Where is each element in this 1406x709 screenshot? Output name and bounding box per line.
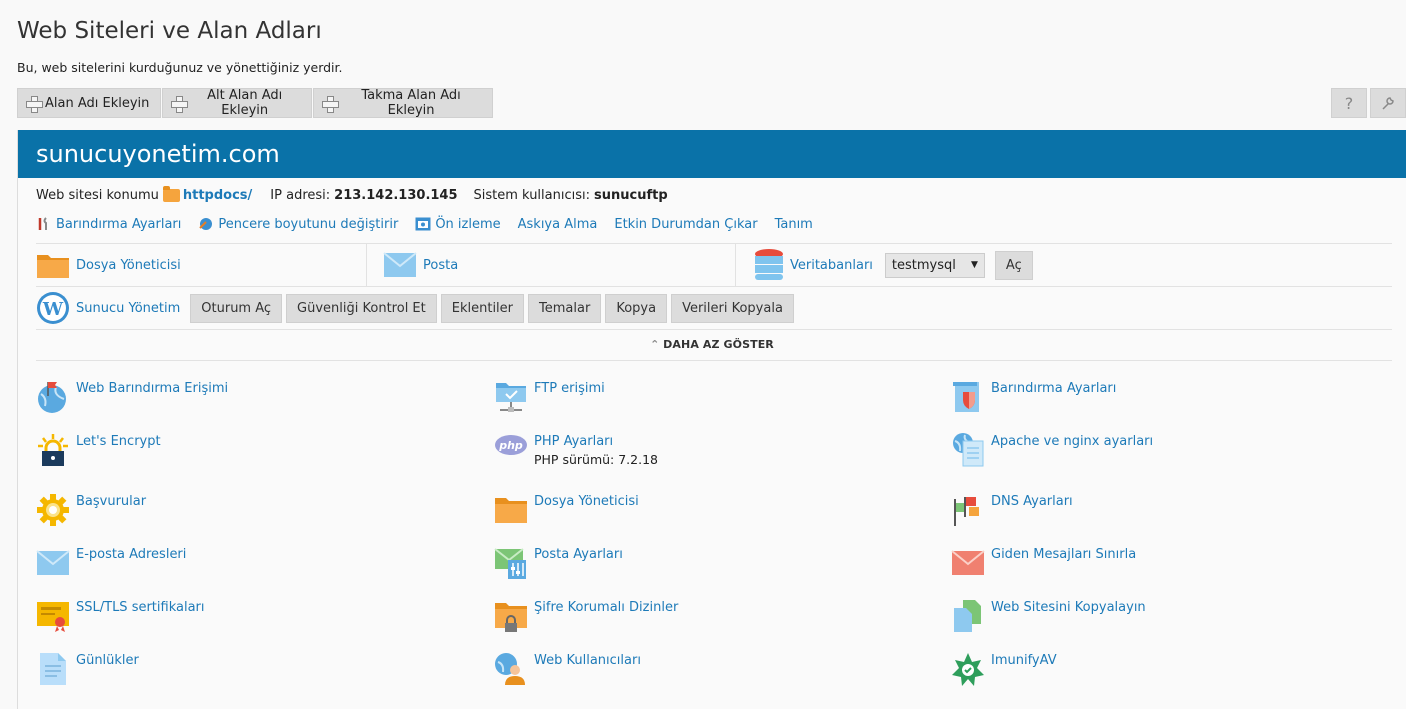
- databases-tool: Veritabanları testmysql ▼ Aç: [736, 244, 1033, 286]
- php-version: PHP sürümü: 7.2.18: [534, 452, 658, 467]
- database-icon: [755, 249, 783, 280]
- mail-tool[interactable]: Posta: [367, 244, 735, 286]
- plus-icon: [26, 95, 43, 113]
- disable-link[interactable]: Etkin Durumdan Çıkar: [614, 217, 757, 232]
- envelope-icon: [36, 550, 70, 575]
- locked-folder-icon: [495, 603, 527, 632]
- email-addresses-item[interactable]: E-posta Adresleri: [36, 546, 186, 580]
- copy-pages-icon: [954, 600, 981, 632]
- mail-settings-item[interactable]: Posta Ayarları: [494, 546, 623, 580]
- question-icon[interactable]: ?: [1331, 88, 1367, 118]
- wrench-icon[interactable]: [1370, 88, 1406, 118]
- wordpress-icon: W: [37, 292, 69, 324]
- wp-plugins-button[interactable]: Eklentiler: [440, 293, 525, 323]
- add-alias-button[interactable]: Takma Alan Adı Ekleyin: [313, 88, 493, 118]
- applications-item[interactable]: Başvurular: [36, 493, 146, 527]
- domain-name[interactable]: sunucuyonetim.com: [18, 130, 1406, 178]
- hosting-settings-link[interactable]: Barındırma Ayarları: [36, 216, 181, 232]
- ssl-certificates-item[interactable]: SSL/TLS sertifikaları: [36, 599, 205, 633]
- domain-panel: sunucuyonetim.com Web sitesi konumu http…: [17, 130, 1406, 709]
- envelope-icon: [383, 252, 417, 277]
- change-window-size-link[interactable]: Pencere boyutunu değiştirir: [198, 216, 398, 232]
- gear-icon: [37, 494, 69, 526]
- dropdown-arrow-icon: ▼: [970, 260, 978, 270]
- divider: [36, 329, 1392, 330]
- open-database-button[interactable]: Aç: [994, 250, 1033, 280]
- outgoing-mail-limit-item[interactable]: Giden Mesajları Sınırla: [951, 546, 1136, 580]
- web-hosting-access-item[interactable]: Web Barındırma Erişimi: [36, 380, 228, 414]
- system-user: sunucuftp: [594, 188, 668, 203]
- ftp-folder-icon: [496, 383, 526, 412]
- hosting-settings-icon: [953, 382, 979, 412]
- preview-icon: [415, 217, 431, 231]
- globe-arrow-icon: [199, 218, 213, 230]
- copy-website-item[interactable]: Web Sitesini Kopyalayın: [951, 599, 1146, 633]
- toolbar-right: ?: [1331, 88, 1406, 118]
- log-file-icon: [40, 653, 66, 685]
- add-domain-button[interactable]: Alan Adı Ekleyin: [17, 88, 161, 118]
- page-title: Web Siteleri ve Alan Adları: [17, 18, 322, 44]
- plus-icon: [171, 95, 189, 113]
- description-link[interactable]: Tanım: [775, 217, 813, 232]
- apache-icon: [953, 433, 984, 467]
- apache-nginx-item[interactable]: Apache ve nginx ayarları: [951, 433, 1153, 467]
- database-select[interactable]: testmysql ▼: [884, 252, 985, 278]
- wp-copy-data-button[interactable]: Verileri Kopyala: [671, 293, 794, 323]
- dns-settings-item[interactable]: DNS Ayarları: [951, 493, 1073, 527]
- databases-link[interactable]: Veritabanları: [790, 258, 873, 273]
- lets-encrypt-item[interactable]: Let's Encrypt: [36, 433, 161, 467]
- lets-encrypt-icon: [38, 434, 68, 466]
- wp-login-button[interactable]: Oturum Aç: [190, 293, 283, 323]
- wp-security-button[interactable]: Güvenliği Kontrol Et: [286, 293, 437, 323]
- wordpress-row: W Sunucu Yönetim Oturum Aç Güvenliği Kon…: [36, 290, 794, 326]
- show-less-toggle[interactable]: ⌃ DAHA AZ GÖSTER: [18, 338, 1406, 351]
- file-manager-item[interactable]: Dosya Yöneticisi: [494, 493, 639, 527]
- certificate-icon: [37, 602, 69, 632]
- divider: [36, 360, 1392, 361]
- wp-themes-button[interactable]: Temalar: [528, 293, 602, 323]
- divider: [36, 286, 1392, 287]
- mail-settings-icon: [494, 548, 526, 579]
- globe-flag-icon: [38, 382, 66, 413]
- svg-text:php: php: [498, 439, 523, 452]
- plus-icon: [322, 95, 340, 113]
- httpdocs-link[interactable]: httpdocs/: [183, 188, 252, 203]
- web-user-icon: [495, 653, 525, 685]
- folder-icon: [37, 255, 69, 278]
- preview-link[interactable]: Ön izleme: [415, 217, 501, 232]
- svg-text:W: W: [42, 299, 64, 320]
- folder-icon: [162, 186, 180, 202]
- envelope-red-icon: [951, 550, 985, 575]
- page-description: Bu, web sitelerini kurduğunuz ve yönetti…: [17, 60, 343, 75]
- suspend-link[interactable]: Askıya Alma: [518, 217, 598, 232]
- php-icon: php: [495, 435, 527, 455]
- php-settings-item[interactable]: php PHP Ayarları PHP sürümü: 7.2.18: [494, 433, 658, 467]
- domain-actions: Barındırma Ayarları Pencere boyutunu değ…: [36, 216, 813, 232]
- ftp-access-item[interactable]: FTP erişimi: [494, 380, 605, 414]
- wordpress-site-link[interactable]: Sunucu Yönetim: [76, 301, 180, 316]
- toolbar: Alan Adı Ekleyin Alt Alan Adı Ekleyin Ta…: [17, 88, 493, 118]
- folder-icon: [495, 498, 527, 523]
- imunifyav-item[interactable]: ImunifyAV: [951, 652, 1057, 686]
- tools-icon: [38, 217, 47, 230]
- hosting-settings-item[interactable]: Barındırma Ayarları: [951, 380, 1116, 414]
- quick-tools: Dosya Yöneticisi Posta Veritabanları tes…: [36, 244, 1392, 286]
- logs-item[interactable]: Günlükler: [36, 652, 139, 686]
- domain-info: Web sitesi konumu httpdocs/ IP adresi: 2…: [36, 186, 668, 203]
- add-subdomain-button[interactable]: Alt Alan Adı Ekleyin: [162, 88, 312, 118]
- file-manager-tool[interactable]: Dosya Yöneticisi: [36, 244, 366, 286]
- password-protected-dirs-item[interactable]: Şifre Korumalı Dizinler: [494, 599, 678, 633]
- chevron-up-icon: ⌃: [650, 338, 660, 351]
- web-users-item[interactable]: Web Kullanıcıları: [494, 652, 641, 686]
- dns-flags-icon: [954, 497, 979, 526]
- imunify-icon: [952, 653, 984, 686]
- ip-value: 213.142.130.145: [334, 188, 458, 203]
- wp-clone-button[interactable]: Kopya: [605, 293, 668, 323]
